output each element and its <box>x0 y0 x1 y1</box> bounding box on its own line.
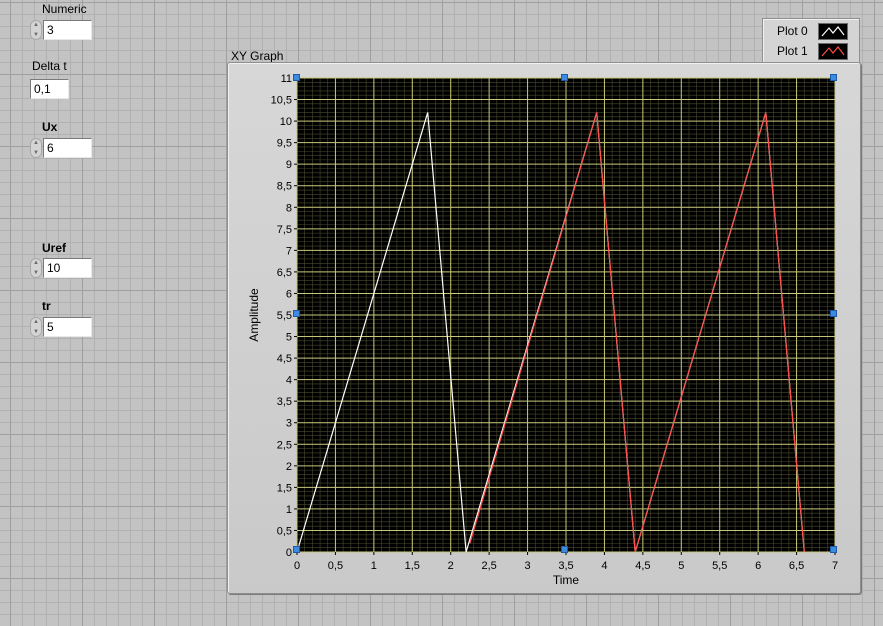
legend-label: Plot 0 <box>777 24 808 38</box>
x-tick-label: 7 <box>832 560 838 572</box>
delta-t-field[interactable]: 0,1 <box>30 79 69 99</box>
y-tick-label: 7 <box>286 245 292 257</box>
tr-spinner[interactable]: ▲ ▼ <box>30 317 42 337</box>
increment-arrow-icon[interactable]: ▲ <box>30 20 42 30</box>
decrement-arrow-icon[interactable]: ▼ <box>30 148 42 158</box>
y-tick-label: 9 <box>286 159 292 171</box>
ux-label: Ux <box>42 120 58 134</box>
y-tick-label: 4 <box>286 375 292 387</box>
y-tick-label: 10 <box>280 116 292 128</box>
y-tick-label: 3 <box>286 418 292 430</box>
resize-handle-icon[interactable] <box>293 310 300 317</box>
decrement-arrow-icon[interactable]: ▼ <box>30 30 42 40</box>
numeric-label: Numeric <box>42 2 87 16</box>
x-axis-label: Time <box>553 573 580 587</box>
y-tick-label: 1,5 <box>277 482 292 494</box>
uref-label: Uref <box>42 241 67 255</box>
uref-field[interactable]: 10 <box>43 258 92 278</box>
y-tick-label: 7,5 <box>277 224 292 236</box>
numeric-spinner[interactable]: ▲ ▼ <box>30 20 42 40</box>
y-tick-label: 4,5 <box>277 353 292 365</box>
y-tick-label: 0,5 <box>277 525 292 537</box>
x-tick-label: 5,5 <box>712 560 727 572</box>
resize-handle-icon[interactable] <box>830 546 837 553</box>
y-tick-label: 9,5 <box>277 138 292 150</box>
x-axis-ticks: 0 0,5 1 1,5 2 2,5 3 3,5 4 4,5 5 5,5 6 6,5 7 <box>294 552 838 572</box>
x-tick-label: 6 <box>755 560 761 572</box>
x-tick-label: 2,5 <box>481 560 496 572</box>
numeric-field[interactable]: 3 <box>43 20 92 40</box>
x-tick-label: 4 <box>601 560 607 572</box>
plot-legend[interactable]: Plot 0 Plot 1 <box>762 18 860 64</box>
x-tick-label: 1 <box>371 560 377 572</box>
resize-handle-icon[interactable] <box>830 310 837 317</box>
x-tick-label: 0 <box>294 560 300 572</box>
resize-handle-icon[interactable] <box>293 546 300 553</box>
y-tick-label: 2 <box>286 461 292 473</box>
increment-arrow-icon[interactable]: ▲ <box>30 138 42 148</box>
x-tick-label: 1,5 <box>405 560 420 572</box>
decrement-arrow-icon[interactable]: ▼ <box>30 327 42 337</box>
xy-graph-svg: 0 0,5 1 1,5 2 2,5 3 3,5 4 4,5 5 5,5 6 6,5 7 7,5 8 8,5 9 9,5… <box>247 73 838 587</box>
tr-label: tr <box>42 299 51 313</box>
increment-arrow-icon[interactable]: ▲ <box>30 258 42 268</box>
x-tick-label: 3,5 <box>558 560 573 572</box>
x-tick-label: 0,5 <box>328 560 343 572</box>
y-axis-label: Amplitude <box>247 288 261 342</box>
y-tick-label: 2,5 <box>277 439 292 451</box>
resize-handle-icon[interactable] <box>293 74 300 81</box>
x-tick-label: 5 <box>678 560 684 572</box>
uref-spinner[interactable]: ▲ ▼ <box>30 258 42 278</box>
legend-label: Plot 1 <box>777 44 808 58</box>
y-tick-label: 1 <box>286 504 292 516</box>
y-tick-label: 8 <box>286 202 292 214</box>
delta-t-label: Delta t <box>32 59 67 73</box>
y-tick-label: 0 <box>286 547 292 559</box>
legend-item-plot-1[interactable]: Plot 1 <box>763 41 859 61</box>
resize-handle-icon[interactable] <box>830 74 837 81</box>
graph-title: XY Graph <box>231 49 284 63</box>
y-tick-label: 10,5 <box>271 95 292 107</box>
xy-graph[interactable]: 0 0,5 1 1,5 2 2,5 3 3,5 4 4,5 5 5,5 6 6,5 7 7,5 8 8,5 9 9,5… <box>227 62 861 594</box>
line-swatch-icon[interactable] <box>818 23 848 40</box>
x-tick-label: 4,5 <box>635 560 650 572</box>
x-tick-label: 2 <box>448 560 454 572</box>
line-swatch-icon[interactable] <box>818 43 848 60</box>
x-tick-label: 3 <box>525 560 531 572</box>
increment-arrow-icon[interactable]: ▲ <box>30 317 42 327</box>
tr-field[interactable]: 5 <box>43 317 92 337</box>
decrement-arrow-icon[interactable]: ▼ <box>30 268 42 278</box>
y-tick-label: 6 <box>286 288 292 300</box>
y-tick-label: 5 <box>286 332 292 344</box>
resize-handle-icon[interactable] <box>561 546 568 553</box>
y-tick-label: 5,5 <box>277 310 292 322</box>
y-tick-label: 8,5 <box>277 181 292 193</box>
y-tick-label: 3,5 <box>277 396 292 408</box>
resize-handle-icon[interactable] <box>561 74 568 81</box>
x-tick-label: 6,5 <box>789 560 804 572</box>
ux-field[interactable]: 6 <box>43 138 92 158</box>
y-tick-label: 11 <box>281 73 292 85</box>
legend-item-plot-0[interactable]: Plot 0 <box>763 21 859 41</box>
y-tick-label: 6,5 <box>277 267 292 279</box>
ux-spinner[interactable]: ▲ ▼ <box>30 138 42 158</box>
